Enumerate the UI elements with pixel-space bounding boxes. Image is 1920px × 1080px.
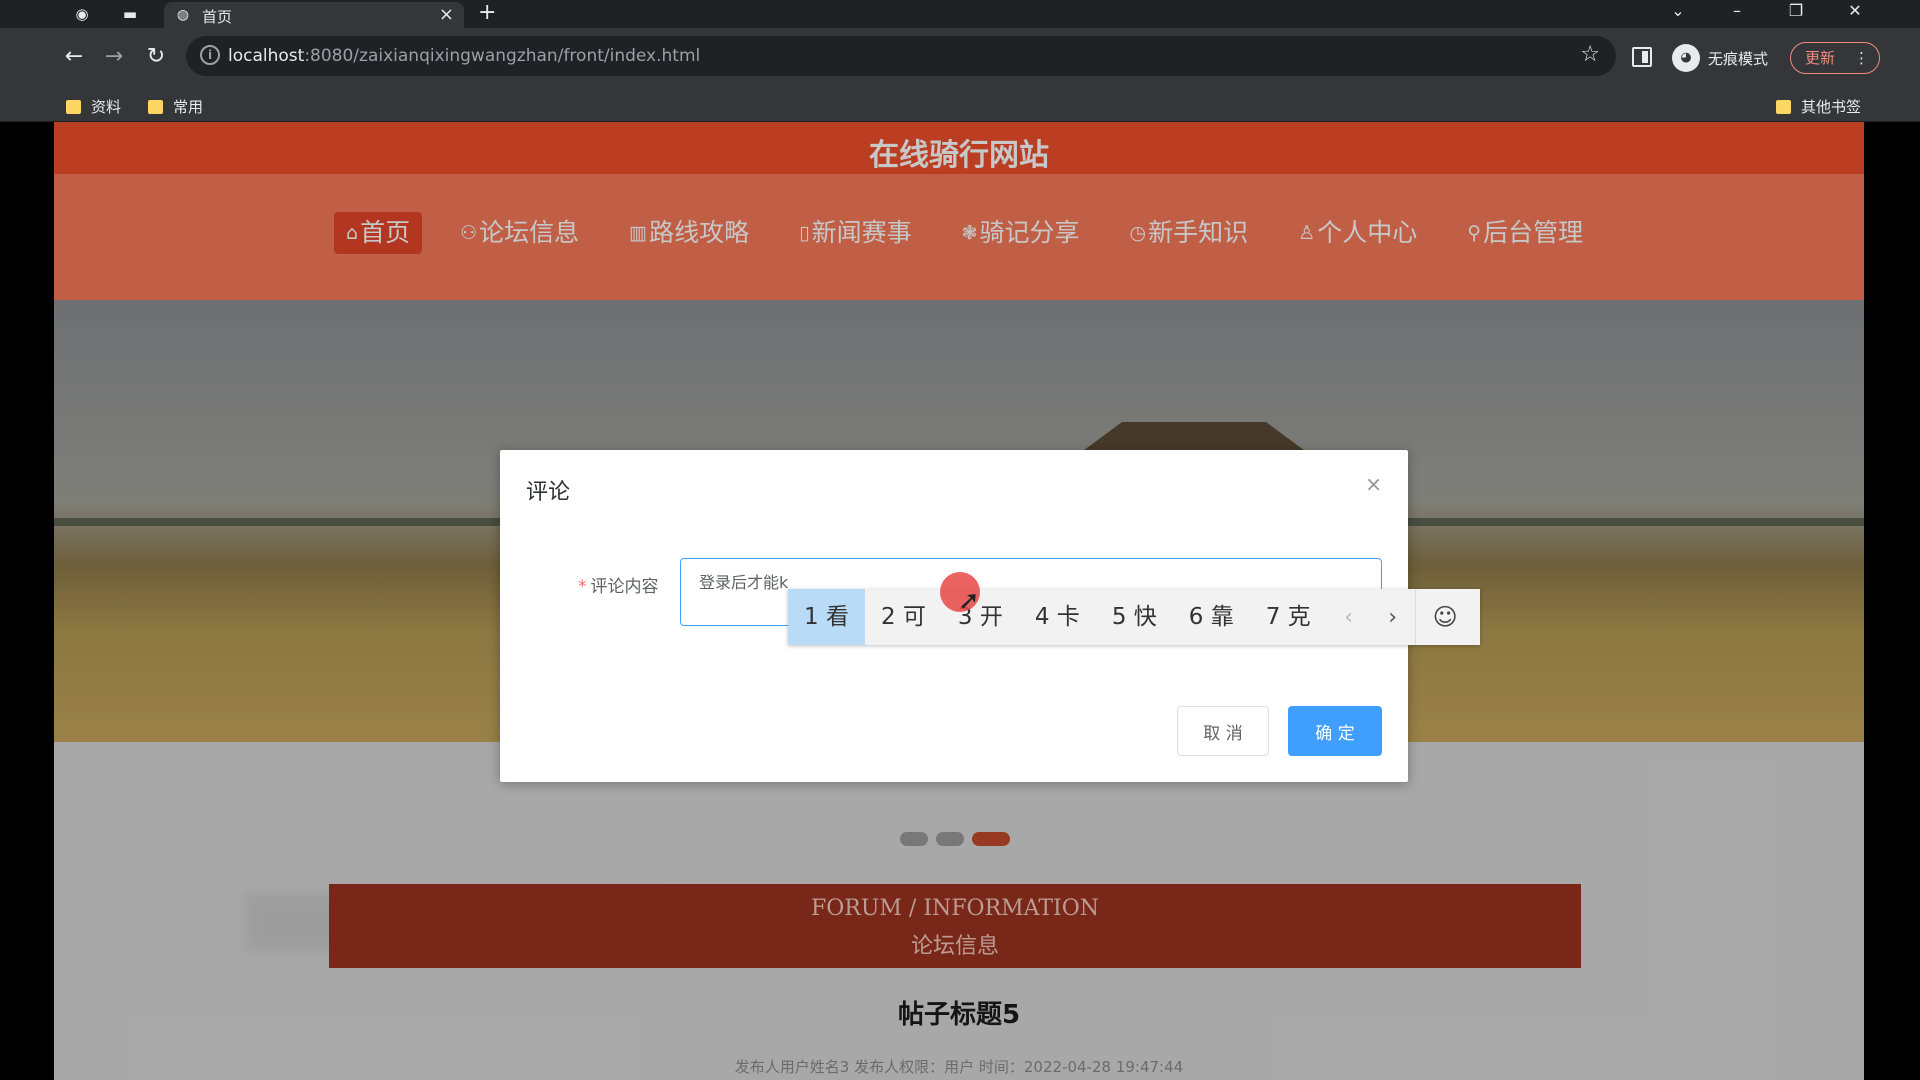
ime-prev-icon[interactable]: ‹ (1327, 605, 1371, 630)
ime-candidate[interactable]: 6 靠 (1173, 589, 1250, 645)
ime-candidate-bar: 1 看 2 可 3 开 4 卡 5 快 6 靠 7 克 ‹ › ☺ (788, 589, 1480, 645)
tab-title: 首页 (202, 8, 233, 26)
emoji-icon[interactable]: ☺ (1414, 589, 1475, 645)
folder-icon (66, 99, 81, 114)
bookmark-label: 常用 (173, 98, 204, 116)
screen-border (1864, 122, 1920, 1080)
new-tab-button[interactable]: + (478, 0, 496, 25)
required-mark: * (578, 577, 587, 597)
bookmark-label: 资料 (91, 98, 122, 116)
comment-field-label: * 评论内容 (578, 572, 659, 597)
browser-menu-icon[interactable]: ◉ (72, 4, 92, 24)
globe-icon: ◍ (176, 7, 190, 23)
window-close-icon[interactable]: ✕ (1835, 0, 1875, 22)
reload-icon[interactable]: ↻ (142, 45, 170, 69)
bookmark-folder[interactable]: 常用 (148, 96, 203, 117)
confirm-button[interactable]: 确 定 (1288, 706, 1382, 756)
url-text: localhost:8080/zaixianqixingwangzhan/fro… (228, 46, 701, 66)
restore-icon[interactable]: ❐ (1776, 0, 1816, 22)
other-bookmarks-label: 其他书签 (1801, 98, 1862, 116)
forward-icon[interactable]: → (100, 45, 128, 69)
incognito-icon: ◕ (1672, 44, 1700, 72)
label-text: 评论内容 (590, 577, 659, 597)
bookmark-star-icon[interactable]: ☆ (1580, 42, 1600, 67)
more-menu-icon[interactable]: ⋮ (1854, 43, 1869, 73)
ime-candidate[interactable]: 4 卡 (1019, 589, 1096, 645)
tab-list-icon[interactable]: ⌄ (1658, 0, 1698, 22)
incognito-label: 无痕模式 (1708, 49, 1769, 68)
folder-icon (1776, 99, 1791, 114)
ime-candidate[interactable]: 5 快 (1096, 589, 1173, 645)
ime-candidate[interactable]: 1 看 (788, 589, 865, 645)
ime-next-icon[interactable]: › (1371, 605, 1415, 630)
back-icon[interactable]: ← (60, 45, 88, 69)
tab-search-icon[interactable]: ▬ (120, 4, 140, 24)
other-bookmarks[interactable]: 其他书签 (1776, 96, 1861, 117)
folder-icon (148, 99, 163, 114)
dialog-close-icon[interactable]: × (1365, 472, 1382, 496)
ime-candidate[interactable]: 7 克 (1250, 589, 1327, 645)
minimize-icon[interactable]: – (1717, 0, 1757, 22)
address-bar[interactable]: i localhost:8080/zaixianqixingwangzhan/f… (186, 36, 1616, 76)
update-label: 更新 (1805, 49, 1836, 67)
side-panel-icon[interactable] (1632, 47, 1652, 67)
cancel-button[interactable]: 取 消 (1177, 706, 1269, 756)
site-info-icon[interactable]: i (200, 45, 220, 65)
screen-border (0, 122, 54, 1080)
ime-candidate[interactable]: 2 可 (865, 589, 942, 645)
browser-toolbar: ← → ↻ i localhost:8080/zaixianqixingwang… (0, 28, 1920, 88)
browser-tab[interactable]: ◍ 首页 × (164, 2, 464, 28)
update-button[interactable]: 更新 ⋮ (1790, 42, 1880, 74)
bookmark-folder[interactable]: 资料 (66, 96, 121, 117)
tab-close-icon[interactable]: × (439, 4, 454, 25)
dialog-title: 评论 (526, 480, 571, 505)
browser-tab-bar: ◉ ▬ ◍ 首页 × + ⌄ – ❐ ✕ (0, 0, 1920, 28)
incognito-indicator[interactable]: ◕ 无痕模式 (1672, 43, 1768, 73)
mouse-cursor-icon: ➚ (958, 586, 980, 616)
bookmarks-bar: 资料 常用 其他书签 (0, 88, 1920, 122)
